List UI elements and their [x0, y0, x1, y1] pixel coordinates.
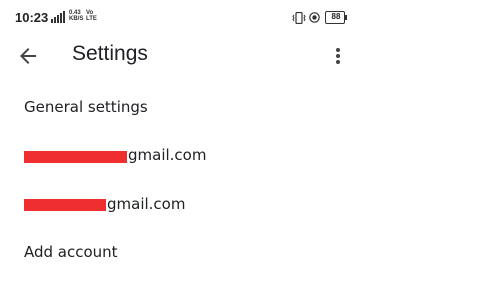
- settings-item-account-2[interactable]: gmail.com: [0, 181, 500, 227]
- volte-bottom: LTE: [86, 16, 97, 22]
- more-vert-icon: [336, 48, 340, 64]
- battery-tip: [345, 15, 347, 20]
- volte-indicator: Vo LTE: [86, 10, 97, 22]
- settings-item-account-1[interactable]: gmail.com: [0, 132, 500, 178]
- signal-icon: [51, 11, 65, 23]
- arrow-back-icon: [20, 48, 36, 64]
- status-time: 10:23: [15, 10, 49, 25]
- status-bar: 10:23 0.43 KB/S Vo LTE 88: [0, 0, 500, 36]
- settings-item-add-account[interactable]: Add account: [0, 229, 500, 275]
- account-1-email-label: gmail.com: [128, 146, 207, 164]
- more-options-button[interactable]: [328, 44, 348, 68]
- network-speed-unit: KB/S: [69, 16, 84, 22]
- back-button[interactable]: [16, 44, 40, 68]
- add-account-label: Add account: [24, 243, 118, 261]
- do-not-disturb-icon: [309, 12, 320, 23]
- battery-indicator: 88: [325, 11, 347, 24]
- redaction-bar: [24, 199, 106, 211]
- redaction-bar: [24, 151, 127, 163]
- page-title: Settings: [72, 42, 148, 65]
- network-speed: 0.43 KB/S: [69, 10, 83, 22]
- settings-item-general[interactable]: General settings: [0, 84, 500, 130]
- vibrate-icon: [292, 12, 306, 24]
- account-2-email-label: gmail.com: [107, 195, 186, 213]
- general-settings-label: General settings: [24, 98, 148, 116]
- battery-level: 88: [331, 12, 341, 21]
